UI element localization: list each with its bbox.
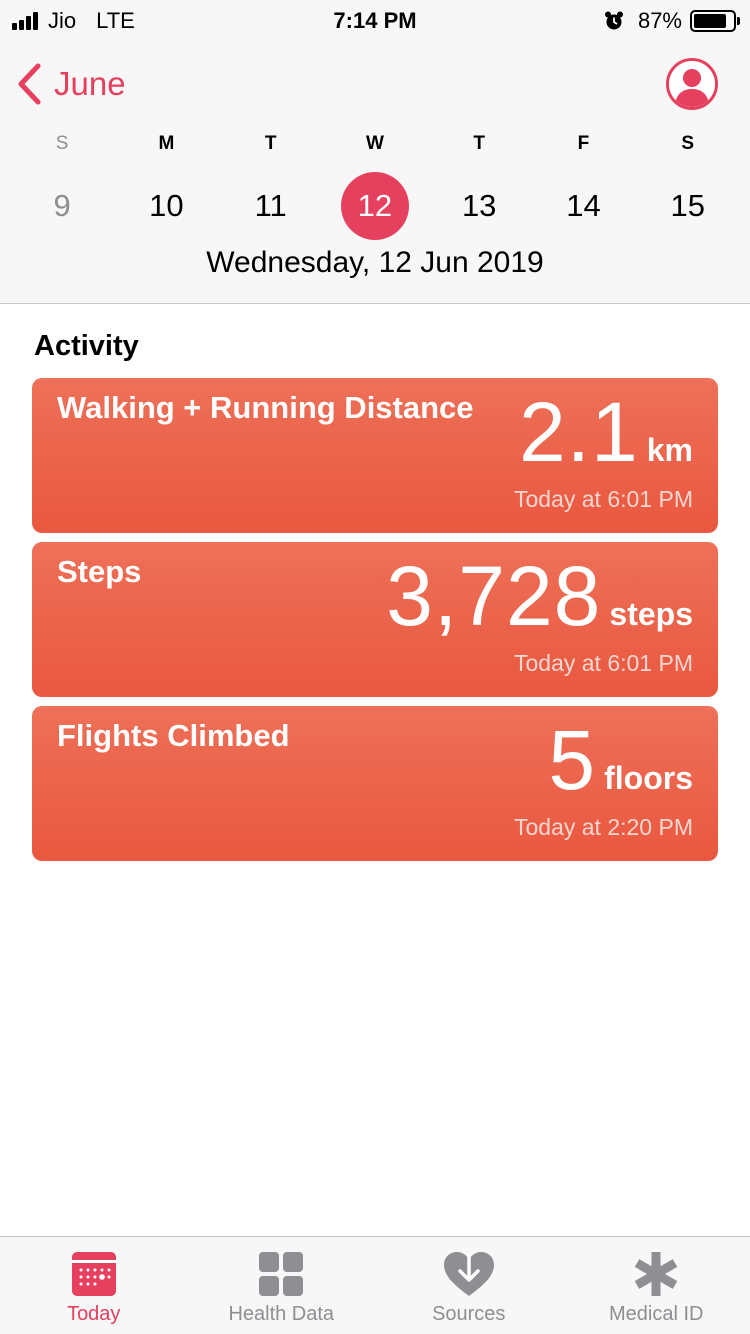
card-timestamp: Today at 2:20 PM — [514, 814, 693, 840]
card-timestamp: Today at 6:01 PM — [514, 486, 693, 512]
weekday-letter: S — [55, 133, 69, 154]
day-number: 9 — [53, 188, 71, 223]
card-title: Walking + Running Distance — [57, 390, 474, 425]
day-number: 14 — [566, 188, 601, 223]
day-cell[interactable]: 14 — [531, 172, 635, 240]
day-number: 12 — [340, 172, 409, 240]
heart-download-icon — [443, 1252, 494, 1296]
tab-sources[interactable]: Sources — [375, 1237, 563, 1334]
day-selected[interactable]: 12 — [323, 172, 427, 240]
card-value: 3,728 steps — [386, 554, 693, 638]
card-unit: steps — [609, 596, 693, 632]
status-bar: Jio LTE 7:14 PM 87% — [0, 0, 750, 40]
card-value: 5 floors — [548, 718, 693, 802]
day-cell[interactable]: 9 — [10, 172, 114, 240]
section-title: Activity — [34, 330, 139, 362]
day-cell[interactable]: 11 — [219, 172, 323, 240]
tab-label: Health Data — [228, 1303, 335, 1325]
week-strip: S M T W T F S 9 10 11 12 13 14 15 — [10, 128, 740, 240]
card-unit: floors — [604, 760, 693, 796]
day-number: 11 — [254, 188, 287, 223]
weekday-letter: W — [365, 133, 384, 154]
day-number: 15 — [670, 188, 705, 223]
back-button[interactable]: June — [16, 62, 126, 106]
profile-button[interactable] — [666, 58, 718, 110]
weekday-letter: F — [577, 133, 590, 154]
card-timestamp: Today at 6:01 PM — [514, 650, 693, 676]
battery-icon — [690, 10, 740, 32]
day-number: 10 — [149, 188, 184, 223]
tab-bar: Today Health Data Sources Medical ID — [0, 1236, 750, 1334]
battery-percent: 87% — [637, 8, 682, 33]
calendar-icon — [71, 1252, 116, 1296]
card-number: 2.1 — [518, 385, 639, 479]
back-label: June — [54, 65, 126, 102]
day-cell[interactable]: 15 — [636, 172, 740, 240]
card-title: Steps — [57, 554, 142, 589]
weekday-letter: T — [264, 133, 277, 154]
weekday-letter: M — [158, 133, 175, 154]
tab-label: Today — [67, 1303, 121, 1325]
flights-climbed-card[interactable]: Flights Climbed 5 floors Today at 2:20 P… — [32, 706, 718, 861]
day-cell[interactable]: 10 — [114, 172, 218, 240]
card-unit: km — [646, 432, 693, 468]
nav-bar: June — [0, 56, 750, 116]
weekday-letter: T — [473, 133, 485, 154]
tab-medical-id[interactable]: Medical ID — [563, 1237, 750, 1334]
card-value: 2.1 km — [519, 390, 693, 474]
asterisk-icon — [634, 1252, 678, 1296]
walking-running-distance-card[interactable]: Walking + Running Distance 2.1 km Today … — [32, 378, 718, 533]
header: Jio LTE 7:14 PM 87% June S M T W T F S 9… — [0, 0, 750, 304]
day-number: 13 — [461, 188, 497, 223]
card-title: Flights Climbed — [57, 718, 290, 753]
grid-icon — [259, 1252, 304, 1296]
selected-date: Wednesday, 12 Jun 2019 — [206, 246, 544, 279]
weekday-letter: S — [681, 133, 695, 154]
steps-card[interactable]: Steps 3,728 steps Today at 6:01 PM — [32, 542, 718, 697]
tab-label: Medical ID — [609, 1303, 704, 1325]
card-number: 3,728 — [386, 549, 602, 643]
chevron-left-icon — [18, 63, 41, 105]
tab-health-data[interactable]: Health Data — [188, 1237, 376, 1334]
person-icon — [669, 61, 715, 107]
alarm-clock-icon — [604, 11, 623, 30]
day-cell[interactable]: 13 — [427, 172, 531, 240]
tab-today[interactable]: Today — [0, 1237, 188, 1334]
tab-label: Sources — [432, 1303, 506, 1325]
card-number: 5 — [548, 713, 597, 807]
